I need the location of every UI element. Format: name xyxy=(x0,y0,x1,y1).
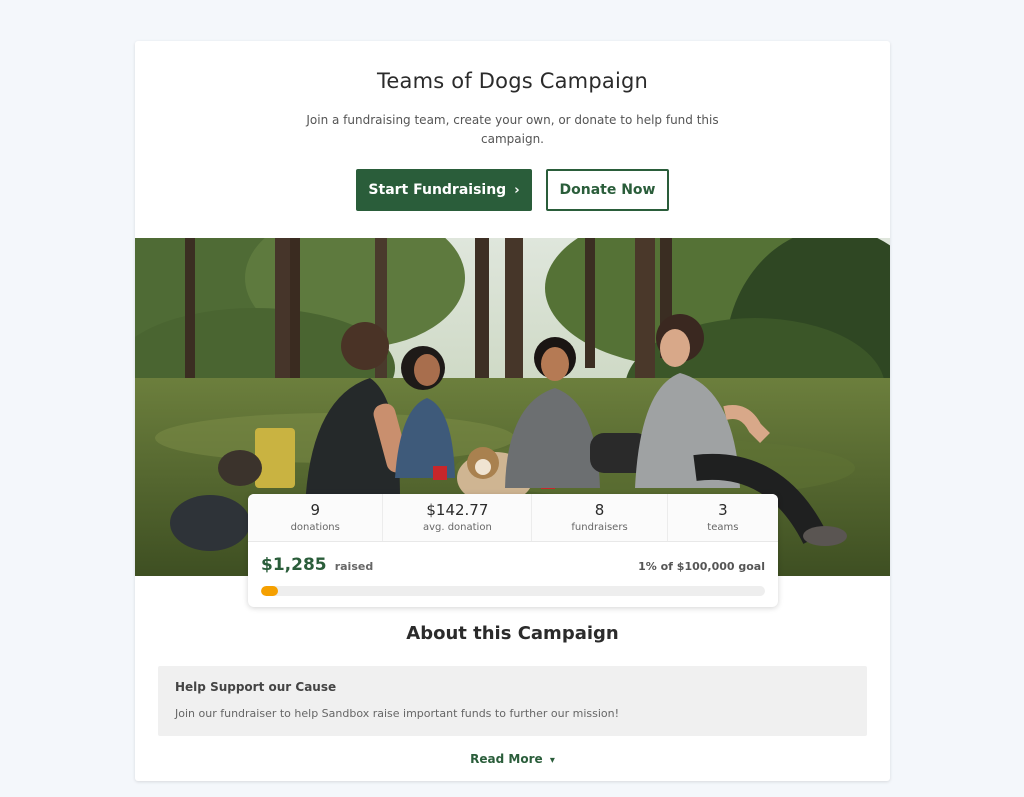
progress-fill xyxy=(261,586,278,596)
start-fundraising-label: Start Fundraising xyxy=(368,182,507,198)
stat-value: $142.77 xyxy=(426,501,489,519)
campaign-card: Teams of Dogs Campaign Join a fundraisin… xyxy=(135,41,890,781)
stat-value: 8 xyxy=(594,501,605,519)
stat-avg-donation: $142.77 avg. donation xyxy=(383,494,533,541)
chevron-down-icon: ▾ xyxy=(549,755,555,766)
cause-text: Join our fundraiser to help Sandbox rais… xyxy=(175,707,620,720)
stats-card: 9 donations $142.77 avg. donation 8 fund… xyxy=(248,494,778,607)
stat-teams: 3 teams xyxy=(668,494,778,541)
stat-label: teams xyxy=(707,522,739,533)
raised-label: raised xyxy=(334,560,374,573)
stat-value: 9 xyxy=(310,501,320,519)
stat-label: donations xyxy=(290,522,340,533)
stat-fundraisers: 8 fundraisers xyxy=(532,494,668,541)
stat-label: fundraisers xyxy=(571,522,628,533)
campaign-subtitle: Join a fundraising team, create your own… xyxy=(306,113,719,146)
cause-box: Help Support our Cause Join our fundrais… xyxy=(158,666,867,736)
read-more-link[interactable]: Read More ▾ xyxy=(135,752,890,766)
goal-text: 1% of $100,000 goal xyxy=(638,560,765,573)
stat-donations: 9 donations xyxy=(248,494,384,541)
stat-value: 3 xyxy=(718,501,728,519)
stat-label: avg. donation xyxy=(422,522,492,533)
donate-now-button[interactable]: Donate Now xyxy=(546,169,669,211)
read-more-label: Read More xyxy=(470,752,543,766)
raised-amount: $1,285 xyxy=(261,555,327,575)
start-fundraising-button[interactable]: Start Fundraising › xyxy=(356,169,532,211)
cause-title: Help Support our Cause xyxy=(175,680,337,694)
stats-row: 9 donations $142.77 avg. donation 8 fund… xyxy=(248,494,778,542)
progress-bar xyxy=(261,586,765,596)
raised-row: $1,285 raised 1% of $100,000 goal xyxy=(261,555,765,575)
about-title: About this Campaign xyxy=(406,623,619,644)
chevron-right-icon: › xyxy=(514,182,520,198)
campaign-title: Teams of Dogs Campaign xyxy=(376,69,649,93)
